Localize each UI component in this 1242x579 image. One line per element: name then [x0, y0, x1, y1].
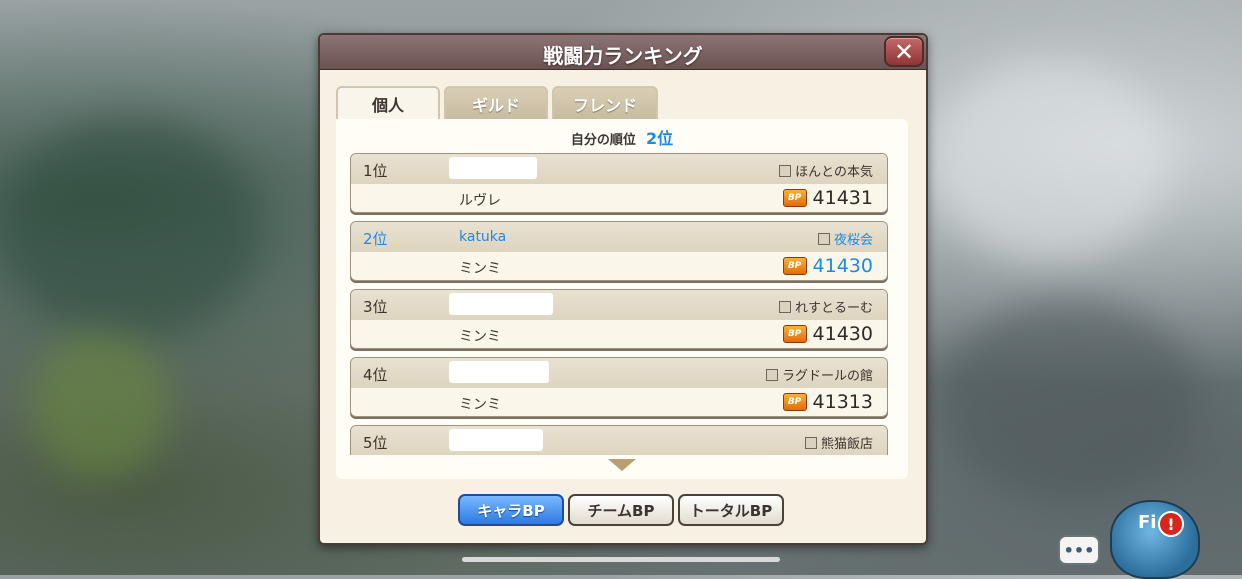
rank-label: 3位: [363, 298, 388, 316]
bp-icon: BP: [782, 189, 807, 207]
guild-name: 夜桜会: [817, 229, 873, 248]
guild-label: ほんとの本気: [795, 165, 873, 180]
guild-emblem-icon: [817, 232, 830, 245]
rank-label: 4位: [363, 366, 388, 384]
bp-number: 41313: [812, 391, 873, 413]
background-blur: [30, 330, 170, 480]
total-bp-button[interactable]: トータルBP: [678, 494, 784, 526]
guild-label: ラグドールの館: [781, 369, 873, 384]
guild-label: れすとるーむ: [794, 301, 873, 316]
tab-individual[interactable]: 個人: [336, 86, 440, 120]
scroll-down-arrow-icon[interactable]: [608, 459, 636, 471]
mascot-menu-button[interactable]: Fi: [1110, 500, 1200, 579]
hidden-player-name: [449, 157, 537, 179]
dialog-title: 戦闘力ランキング: [543, 44, 703, 68]
close-button[interactable]: ✕: [884, 36, 924, 67]
mascot-label: Fi: [1138, 512, 1157, 533]
ranking-entry[interactable]: 3位 れすとるーむ ミンミ BP 41430: [350, 289, 888, 349]
rank-label: 5位: [363, 434, 388, 452]
bp-icon: BP: [782, 393, 807, 411]
tab-friend[interactable]: フレンド: [552, 86, 658, 120]
ranking-entry[interactable]: 1位 ほんとの本気 ルヴレ BP 41431: [350, 153, 888, 213]
button-label: キャラBP: [477, 501, 545, 520]
close-icon: ✕: [893, 37, 915, 66]
ranking-entry-self[interactable]: 2位 katuka 夜桜会 ミンミ BP 41430: [350, 221, 888, 281]
button-label: チームBP: [587, 501, 655, 520]
dialog-titlebar: 戦闘力ランキング ✕: [320, 35, 926, 70]
background-blur: [930, 60, 1170, 260]
bp-value: BP 41430: [782, 255, 873, 277]
chat-bubble-icon: •••: [1063, 540, 1095, 560]
guild-emblem-icon: [765, 368, 778, 381]
bp-value: BP 41313: [782, 391, 873, 413]
tab-label: フレンド: [572, 96, 637, 115]
bp-value: BP 41431: [782, 187, 873, 209]
bp-value: BP 41430: [782, 323, 873, 345]
team-bp-button[interactable]: チームBP: [568, 494, 674, 526]
ranking-entry[interactable]: 4位 ラグドールの館 ミンミ BP 41313: [350, 357, 888, 417]
hidden-player-name: [449, 429, 543, 451]
button-label: トータルBP: [689, 501, 773, 520]
hidden-player-name: [449, 361, 549, 383]
bp-number: 41431: [812, 187, 873, 209]
bp-number: 41430: [812, 255, 873, 277]
tab-label: 個人: [371, 96, 404, 115]
character-name: ミンミ: [459, 397, 501, 413]
entry-header: [351, 222, 887, 252]
bp-icon: BP: [782, 325, 807, 343]
bp-number: 41430: [812, 323, 873, 345]
my-rank-label: 自分の順位: [570, 133, 636, 148]
chat-button[interactable]: •••: [1058, 535, 1100, 565]
ranking-panel: 自分の順位 2位 1位 ほんとの本気 ルヴレ BP 41431 2位 katuka …: [336, 119, 908, 479]
home-indicator[interactable]: [462, 557, 780, 562]
ranking-entry[interactable]: 5位 熊猫飯店: [350, 425, 888, 455]
my-rank-value: 2位: [645, 129, 674, 148]
my-rank: 自分の順位 2位: [336, 125, 908, 149]
bp-icon: BP: [782, 257, 807, 275]
guild-emblem-icon: [778, 300, 791, 313]
ranking-dialog: 戦闘力ランキング ✕ 個人 ギルド フレンド 自分の順位 2位 1位 ほんとの本気…: [318, 33, 928, 545]
tab-label: ギルド: [471, 96, 520, 115]
chara-bp-button[interactable]: キャラBP: [458, 494, 564, 526]
player-name: katuka: [459, 229, 507, 245]
guild-label: 夜桜会: [833, 233, 873, 248]
character-name: ミンミ: [459, 261, 501, 277]
background-blur: [0, 120, 260, 340]
background-blur: [940, 300, 1200, 500]
character-name: ルヴレ: [459, 193, 501, 209]
rank-label: 2位: [363, 230, 388, 248]
rank-label: 1位: [363, 162, 388, 180]
guild-name: ラグドールの館: [765, 365, 873, 384]
guild-emblem-icon: [804, 436, 817, 449]
hidden-player-name: [449, 293, 553, 315]
alert-badge-icon: !: [1158, 511, 1184, 537]
ranking-list[interactable]: 1位 ほんとの本気 ルヴレ BP 41431 2位 katuka 夜桜会 ミンミ …: [350, 153, 890, 455]
guild-name: れすとるーむ: [778, 297, 873, 316]
guild-label: 熊猫飯店: [820, 437, 873, 452]
guild-name: 熊猫飯店: [804, 433, 873, 452]
guild-name: ほんとの本気: [779, 161, 873, 180]
character-name: ミンミ: [459, 329, 501, 345]
tab-guild[interactable]: ギルド: [444, 86, 548, 120]
guild-emblem-icon: [779, 164, 792, 177]
